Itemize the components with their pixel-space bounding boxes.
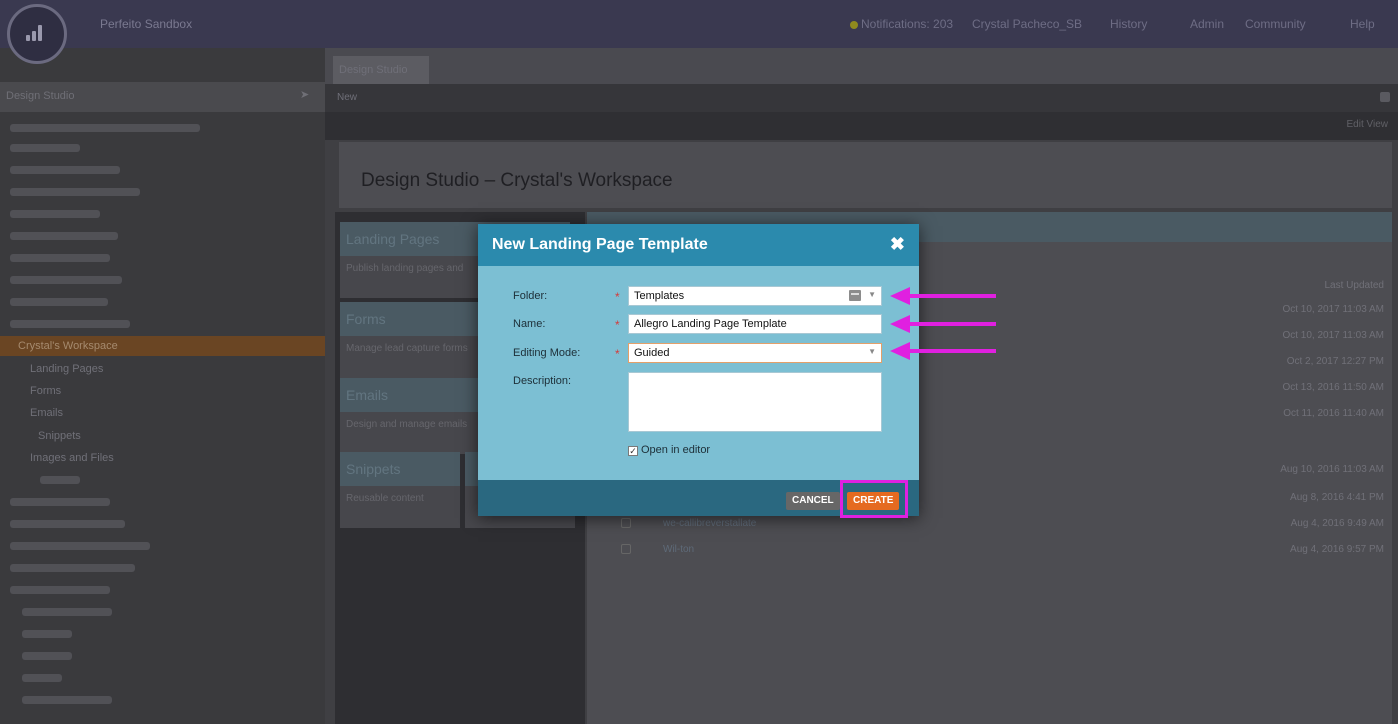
tree-item-forms[interactable]: Forms: [30, 385, 61, 397]
sidebar-item[interactable]: [10, 298, 108, 306]
editing-mode-label: Editing Mode:: [513, 347, 581, 359]
nav-admin[interactable]: Admin: [1190, 17, 1224, 31]
sidebar-item[interactable]: [10, 144, 80, 152]
create-highlight-box: [840, 480, 908, 518]
nav-community[interactable]: Community: [1245, 17, 1306, 31]
collapse-sidebar-icon[interactable]: ➤: [300, 88, 309, 101]
chevron-down-icon[interactable]: ▼: [868, 290, 876, 299]
sidebar-item[interactable]: [10, 498, 110, 506]
description-label: Description:: [513, 375, 572, 387]
page-header: Design Studio – Crystal's Workspace: [339, 142, 1392, 208]
new-button[interactable]: New: [337, 92, 357, 103]
open-in-editor-option[interactable]: ✓ Open in editor: [628, 444, 710, 456]
chevron-down-icon[interactable]: ▼: [868, 347, 876, 356]
sidebar-item[interactable]: [10, 586, 110, 594]
last-updated-cell: Aug 10, 2016 11:03 AM: [1280, 464, 1384, 475]
workspace-label: Crystal's Workspace: [18, 340, 118, 352]
name-input[interactable]: Allegro Landing Page Template: [628, 314, 882, 334]
nav-history[interactable]: History: [1110, 17, 1147, 31]
sidebar-title: Design Studio: [6, 90, 75, 102]
sidebar-item[interactable]: [10, 520, 125, 528]
cancel-button[interactable]: CANCEL: [786, 492, 840, 510]
tree-item-landing-pages[interactable]: Landing Pages: [30, 363, 103, 375]
last-updated-cell: Aug 8, 2016 4:41 PM: [1290, 492, 1384, 503]
sidebar-item[interactable]: [10, 124, 200, 132]
sidebar-item[interactable]: [22, 652, 72, 660]
tab-strip: Design Studio: [325, 48, 1398, 84]
folder-select[interactable]: Templates ▼: [628, 286, 882, 306]
last-updated-cell: Oct 10, 2017 11:03 AM: [1282, 330, 1384, 341]
last-updated-cell: Aug 4, 2016 9:49 AM: [1290, 518, 1384, 529]
user-menu[interactable]: Crystal Pacheco_SB: [972, 17, 1082, 31]
dialog-title: New Landing Page Template: [492, 236, 708, 253]
description-textarea[interactable]: [628, 372, 882, 432]
asset-checkbox-icon[interactable]: [621, 544, 631, 554]
last-updated-cell: Oct 11, 2016 11:40 AM: [1283, 408, 1384, 419]
close-icon[interactable]: ✖: [890, 233, 905, 255]
required-icon: *: [615, 347, 620, 361]
open-in-editor-checkbox[interactable]: ✓: [628, 446, 638, 456]
folder-arrow-icon: [890, 287, 996, 305]
sidebar-item[interactable]: [10, 564, 135, 572]
last-updated-cell: Aug 4, 2016 9:57 PM: [1290, 544, 1384, 555]
card-title-snippets[interactable]: Snippets: [340, 452, 460, 486]
sidebar-item[interactable]: [10, 188, 140, 196]
sidebar-item[interactable]: [10, 276, 122, 284]
sidebar-item[interactable]: [10, 166, 120, 174]
required-icon: *: [615, 318, 620, 332]
new-landing-page-template-dialog: New Landing Page Template ✖ Folder: * Te…: [478, 224, 919, 516]
folder-label: Folder:: [513, 290, 548, 302]
asset-name-link[interactable]: Wil-ton: [663, 544, 694, 555]
open-in-editor-label: Open in editor: [641, 444, 711, 456]
marketo-logo[interactable]: [7, 4, 67, 64]
page-title: Design Studio – Crystal's Workspace: [361, 170, 673, 191]
name-arrow-icon: [890, 315, 996, 333]
last-updated-cell: Oct 10, 2017 11:03 AM: [1282, 304, 1384, 315]
sidebar-item[interactable]: [10, 542, 150, 550]
card-desc-snippets: Reusable content: [340, 486, 460, 528]
tree-item-images-files[interactable]: Images and Files: [30, 452, 114, 464]
sidebar-item[interactable]: [22, 674, 62, 682]
notifications-link[interactable]: Notifications: 203: [850, 17, 953, 31]
edit-view-button[interactable]: Edit View: [1346, 119, 1388, 130]
folder-value: Templates: [634, 290, 685, 302]
sidebar-item[interactable]: [22, 630, 72, 638]
name-label: Name:: [513, 318, 546, 330]
sidebar-item[interactable]: [10, 210, 100, 218]
tab-design-studio[interactable]: Design Studio: [333, 56, 429, 84]
notification-dot-icon: [850, 20, 858, 29]
sidebar-item[interactable]: [40, 476, 80, 484]
asset-checkbox-icon[interactable]: [621, 518, 631, 528]
required-icon: *: [615, 290, 620, 304]
folder-browse-icon[interactable]: [849, 290, 861, 301]
top-bar: Perfeito Sandbox Notifications: 203 Crys…: [0, 0, 1398, 48]
sidebar-item[interactable]: [22, 696, 112, 704]
sidebar-item[interactable]: [22, 608, 112, 616]
nav-help[interactable]: Help: [1350, 17, 1375, 31]
bar-chart-logo-icon: [26, 25, 48, 41]
editing-mode-select[interactable]: Guided ▼: [628, 343, 882, 363]
column-header-last-updated[interactable]: Last Updated: [1325, 280, 1385, 291]
tree-item-snippets[interactable]: Snippets: [38, 430, 81, 442]
sidebar-item[interactable]: [10, 254, 110, 262]
sidebar-item[interactable]: [10, 320, 130, 328]
tree-item-emails[interactable]: Emails: [30, 407, 63, 419]
editing-mode-arrow-icon: [890, 342, 996, 360]
sidebar-item[interactable]: [10, 232, 118, 240]
dialog-header: New Landing Page Template ✖: [478, 224, 919, 266]
last-updated-cell: Oct 13, 2016 11:50 AM: [1282, 382, 1384, 393]
last-updated-cell: Oct 2, 2017 12:27 PM: [1286, 356, 1384, 367]
instance-name: Perfeito Sandbox: [100, 17, 193, 31]
toolbar: New: [325, 84, 1398, 112]
toolbar-options-icon[interactable]: [1380, 92, 1390, 102]
sub-toolbar: Edit View: [325, 112, 1398, 140]
editing-mode-value: Guided: [634, 347, 670, 359]
asset-name-link[interactable]: we-callibreverstallate: [663, 518, 756, 529]
